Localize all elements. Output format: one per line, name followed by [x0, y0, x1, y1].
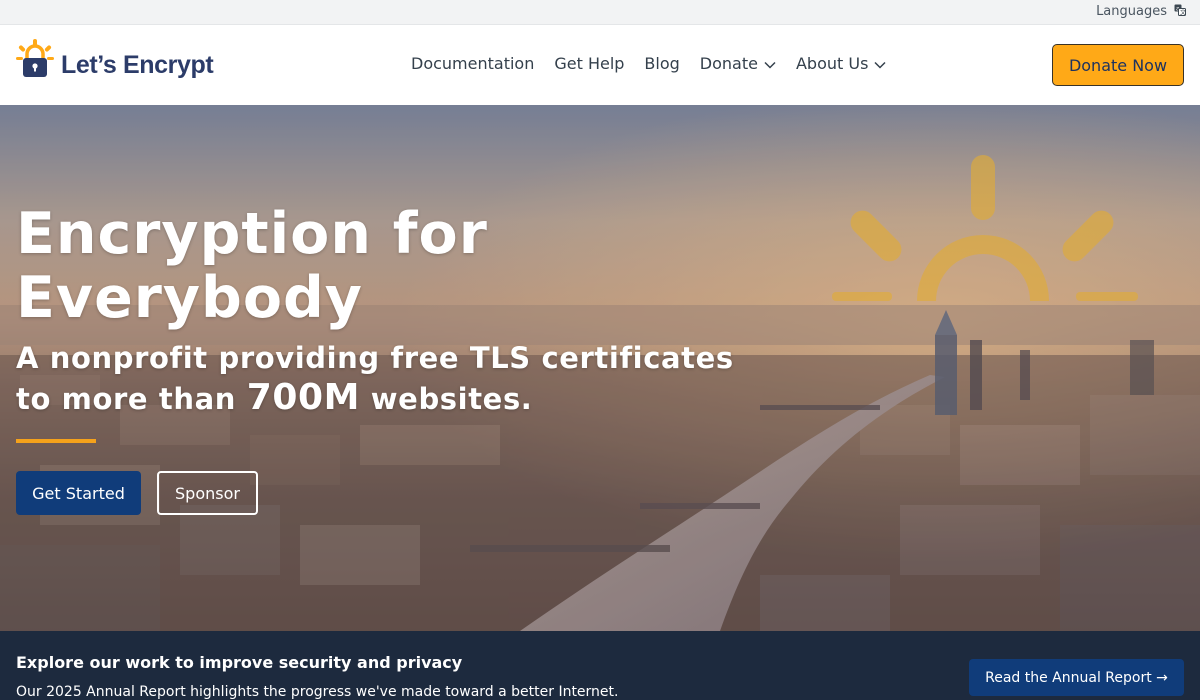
- site-header: Let’s Encrypt Documentation Get Help Blo…: [0, 25, 1200, 105]
- site-logo[interactable]: Let’s Encrypt: [16, 34, 226, 84]
- hero-title: Encryption for Everybody: [16, 201, 488, 331]
- languages-link[interactable]: Languages a 文: [1096, 4, 1186, 19]
- nav-donate[interactable]: Donate: [700, 54, 776, 73]
- nav-blog[interactable]: Blog: [644, 54, 679, 73]
- nav-get-help[interactable]: Get Help: [554, 54, 624, 73]
- banner-text: Our 2025 Annual Report highlights the pr…: [16, 684, 619, 700]
- languages-label: Languages: [1096, 4, 1167, 19]
- read-annual-report-button[interactable]: Read the Annual Report →: [969, 659, 1184, 696]
- nav-documentation[interactable]: Documentation: [411, 54, 534, 73]
- nav-blog-label: Blog: [644, 54, 680, 73]
- hero-section: Encryption for Everybody A nonprofit pro…: [0, 105, 1200, 631]
- logo-text: Let’s Encrypt: [61, 50, 214, 79]
- hero-subtitle-after: websites.: [360, 382, 533, 416]
- donate-now-button[interactable]: Donate Now: [1052, 44, 1184, 86]
- nav-get-help-label: Get Help: [554, 54, 625, 73]
- padlock-sun-icon: [16, 39, 54, 79]
- get-started-button[interactable]: Get Started: [16, 471, 141, 515]
- top-utility-bar: Languages a 文: [0, 0, 1200, 25]
- nav-about-us[interactable]: About Us: [796, 54, 886, 73]
- hero-subtitle-highlight: 700M: [246, 377, 361, 418]
- main-nav: Documentation Get Help Blog Donate About…: [411, 54, 906, 73]
- translate-icon: a 文: [1174, 4, 1186, 19]
- sponsor-button[interactable]: Sponsor: [157, 471, 258, 515]
- hero-subtitle: A nonprofit providing free TLS certifica…: [16, 339, 756, 419]
- svg-text:文: 文: [1180, 9, 1186, 17]
- hero-accent-rule: [16, 439, 96, 443]
- nav-donate-label: Donate: [699, 54, 758, 73]
- banner-title: Explore our work to improve security and…: [16, 653, 463, 672]
- nav-documentation-label: Documentation: [411, 54, 535, 73]
- annual-report-banner: Explore our work to improve security and…: [0, 631, 1200, 700]
- nav-about-us-label: About Us: [795, 54, 869, 73]
- chevron-down-icon: [764, 54, 776, 73]
- chevron-down-icon: [874, 54, 886, 73]
